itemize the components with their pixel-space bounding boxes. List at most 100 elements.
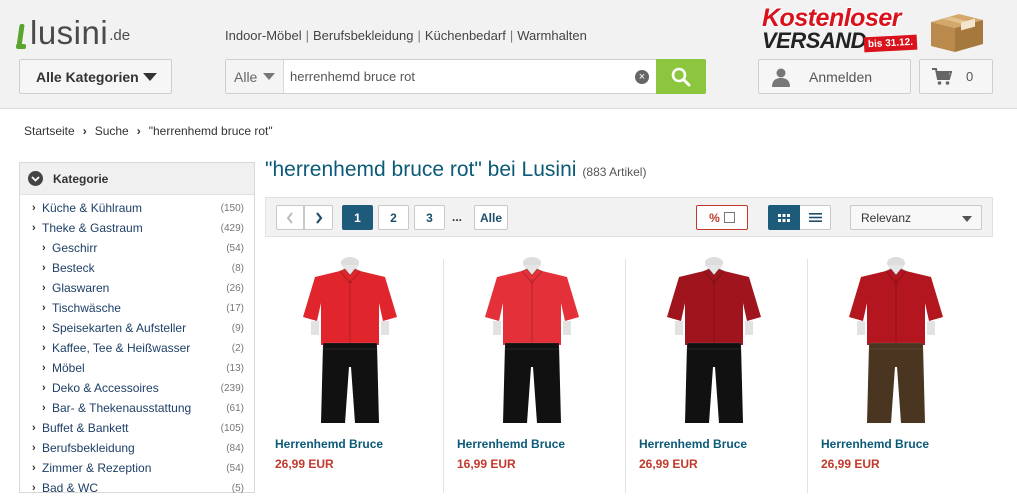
sidebar-item-label: Buffet & Bankett — [42, 421, 129, 435]
search-input[interactable] — [284, 60, 624, 93]
search-scope-label: Alle — [234, 68, 258, 85]
login-button[interactable]: Anmelden — [758, 59, 911, 94]
free-shipping-promo[interactable]: Kostenloser VERSAND bis 31.12. — [760, 4, 992, 54]
sidebar-item-label: Bar- & Thekenausstattung — [52, 401, 192, 415]
chevron-right-icon: › — [136, 124, 141, 138]
category-sidebar: Kategorie › Küche & Kühlraum (150) › Theke … — [19, 162, 255, 495]
product-card[interactable]: Herrenhemd Bruce 16,99 EUR — [447, 255, 626, 493]
clear-icon[interactable]: × — [635, 70, 649, 84]
sidebar-item-kueche[interactable]: › Küche & Kühlraum (150) — [20, 198, 254, 218]
sidebar-item-geschirr[interactable]: › Geschirr (54) — [20, 238, 254, 258]
topnav-separator: | — [509, 28, 514, 43]
chevron-right-icon: › — [42, 362, 46, 374]
search-submit-button[interactable] — [656, 59, 706, 94]
product-image[interactable] — [275, 255, 425, 425]
chevron-right-icon: › — [42, 302, 46, 314]
product-card[interactable]: Herrenhemd Bruce 26,99 EUR — [629, 255, 808, 493]
results-count: (883 Artikel) — [582, 165, 647, 179]
page-2-button[interactable]: 2 — [378, 205, 409, 230]
sidebar-item-theke[interactable]: › Theke & Gastraum (429) — [20, 218, 254, 238]
sidebar-item-count: (8) — [231, 262, 244, 274]
topnav-link-berufsbekleidung[interactable]: Berufsbekleidung — [313, 28, 413, 43]
sort-select[interactable]: Relevanz — [850, 205, 982, 230]
topnav-link-indoor[interactable]: Indoor-Möbel — [225, 28, 302, 43]
sidebar-item-deko[interactable]: › Deko & Accessoires (239) — [20, 378, 254, 398]
grid-view-button[interactable] — [768, 205, 800, 230]
topnav-link-warmhalten[interactable]: Warmhalten — [517, 28, 587, 43]
product-image[interactable] — [457, 255, 607, 425]
search-bar: Alle × — [225, 59, 706, 94]
all-categories-button[interactable]: Alle Kategorien — [19, 59, 172, 94]
sidebar-item-tischwaesche[interactable]: › Tischwäsche (17) — [20, 298, 254, 318]
sidebar-item-label: Theke & Gastraum — [42, 221, 143, 235]
search-icon — [671, 67, 691, 86]
cart-button[interactable]: 0 — [919, 59, 993, 94]
chevron-right-icon: › — [32, 462, 36, 474]
sidebar-item-zimmer[interactable]: › Zimmer & Rezeption (54) — [20, 458, 254, 478]
sidebar-item-label: Deko & Accessoires — [52, 381, 159, 395]
sidebar-item-count: (239) — [220, 382, 244, 394]
topnav-separator: | — [417, 28, 421, 43]
sidebar-item-count: (54) — [226, 242, 244, 254]
chevron-right-icon: › — [32, 422, 36, 434]
sidebar-item-count: (13) — [226, 362, 244, 374]
product-divider — [625, 259, 626, 493]
list-view-button[interactable] — [800, 205, 831, 230]
sidebar-item-count: (5) — [231, 482, 244, 494]
sidebar-item-count: (26) — [226, 282, 244, 294]
grid-icon — [778, 213, 790, 222]
sidebar-item-count: (429) — [220, 222, 244, 234]
chevron-right-icon: › — [32, 442, 36, 454]
product-card[interactable]: Herrenhemd Bruce 26,99 EUR — [265, 255, 444, 493]
topnav-link-kuechenbedarf[interactable]: Küchenbedarf — [425, 28, 506, 43]
logo-text: lusini — [30, 14, 109, 51]
product-name[interactable]: Herrenhemd Bruce — [821, 437, 929, 451]
sidebar-item-count: (2) — [231, 342, 244, 354]
promo-line2: VERSAND — [762, 28, 867, 53]
breadcrumb-current: "herrenhemd bruce rot" — [148, 124, 273, 138]
all-pages-button[interactable]: Alle — [474, 205, 508, 230]
chevron-right-icon: › — [42, 402, 46, 414]
chevron-down-icon — [143, 73, 157, 81]
next-page-button[interactable] — [304, 205, 333, 230]
chevron-right-icon: › — [42, 342, 46, 354]
chevron-left-icon — [286, 211, 293, 224]
product-divider — [807, 259, 808, 493]
breadcrumb-home[interactable]: Startseite — [24, 124, 75, 138]
breadcrumb-search[interactable]: Suche — [95, 124, 129, 138]
sidebar-item-label: Zimmer & Rezeption — [42, 461, 152, 475]
product-name[interactable]: Herrenhemd Bruce — [275, 437, 383, 451]
search-scope-select[interactable]: Alle — [226, 60, 284, 93]
sidebar-item-berufsbekleidung[interactable]: › Berufsbekleidung (84) — [20, 438, 254, 458]
sidebar-item-besteck[interactable]: › Besteck (8) — [20, 258, 254, 278]
discount-filter-toggle[interactable]: % — [696, 205, 748, 230]
sidebar-item-label: Küche & Kühlraum — [42, 201, 143, 215]
sidebar-item-moebel[interactable]: › Möbel (13) — [20, 358, 254, 378]
breadcrumb: Startseite › Suche › "herrenhemd bruce r… — [24, 124, 273, 138]
logo-tld: .de — [109, 27, 131, 44]
sidebar-item-kaffee[interactable]: › Kaffee, Tee & Heißwasser (2) — [20, 338, 254, 358]
shipping-box-icon — [931, 14, 983, 52]
sidebar-item-buffet[interactable]: › Buffet & Bankett (105) — [20, 418, 254, 438]
product-image[interactable] — [639, 255, 789, 425]
login-label: Anmelden — [809, 68, 873, 85]
category-header[interactable]: Kategorie — [20, 163, 254, 195]
lusini-logo[interactable]: lusini .de — [16, 14, 131, 51]
product-name[interactable]: Herrenhemd Bruce — [457, 437, 565, 451]
product-name[interactable]: Herrenhemd Bruce — [639, 437, 747, 451]
product-price: 26,99 EUR — [275, 457, 334, 471]
sidebar-item-speisekarten[interactable]: › Speisekarten & Aufsteller (9) — [20, 318, 254, 338]
prev-page-button[interactable] — [276, 205, 304, 230]
sidebar-item-bar[interactable]: › Bar- & Thekenausstattung (61) — [20, 398, 254, 418]
product-card[interactable]: Herrenhemd Bruce 26,99 EUR — [811, 255, 989, 493]
logo-mark-icon — [16, 20, 30, 50]
product-image[interactable] — [821, 255, 971, 425]
sidebar-item-glaswaren[interactable]: › Glaswaren (26) — [20, 278, 254, 298]
list-icon — [808, 213, 822, 222]
top-nav: Indoor-Möbel | Berufsbekleidung | Küchen… — [225, 28, 587, 43]
sidebar-item-bad[interactable]: › Bad & WC (5) — [20, 478, 254, 498]
page-3-button[interactable]: 3 — [414, 205, 445, 230]
page-1-button[interactable]: 1 — [342, 205, 373, 230]
sidebar-item-label: Speisekarten & Aufsteller — [52, 321, 187, 335]
chevron-right-icon: › — [42, 322, 46, 334]
